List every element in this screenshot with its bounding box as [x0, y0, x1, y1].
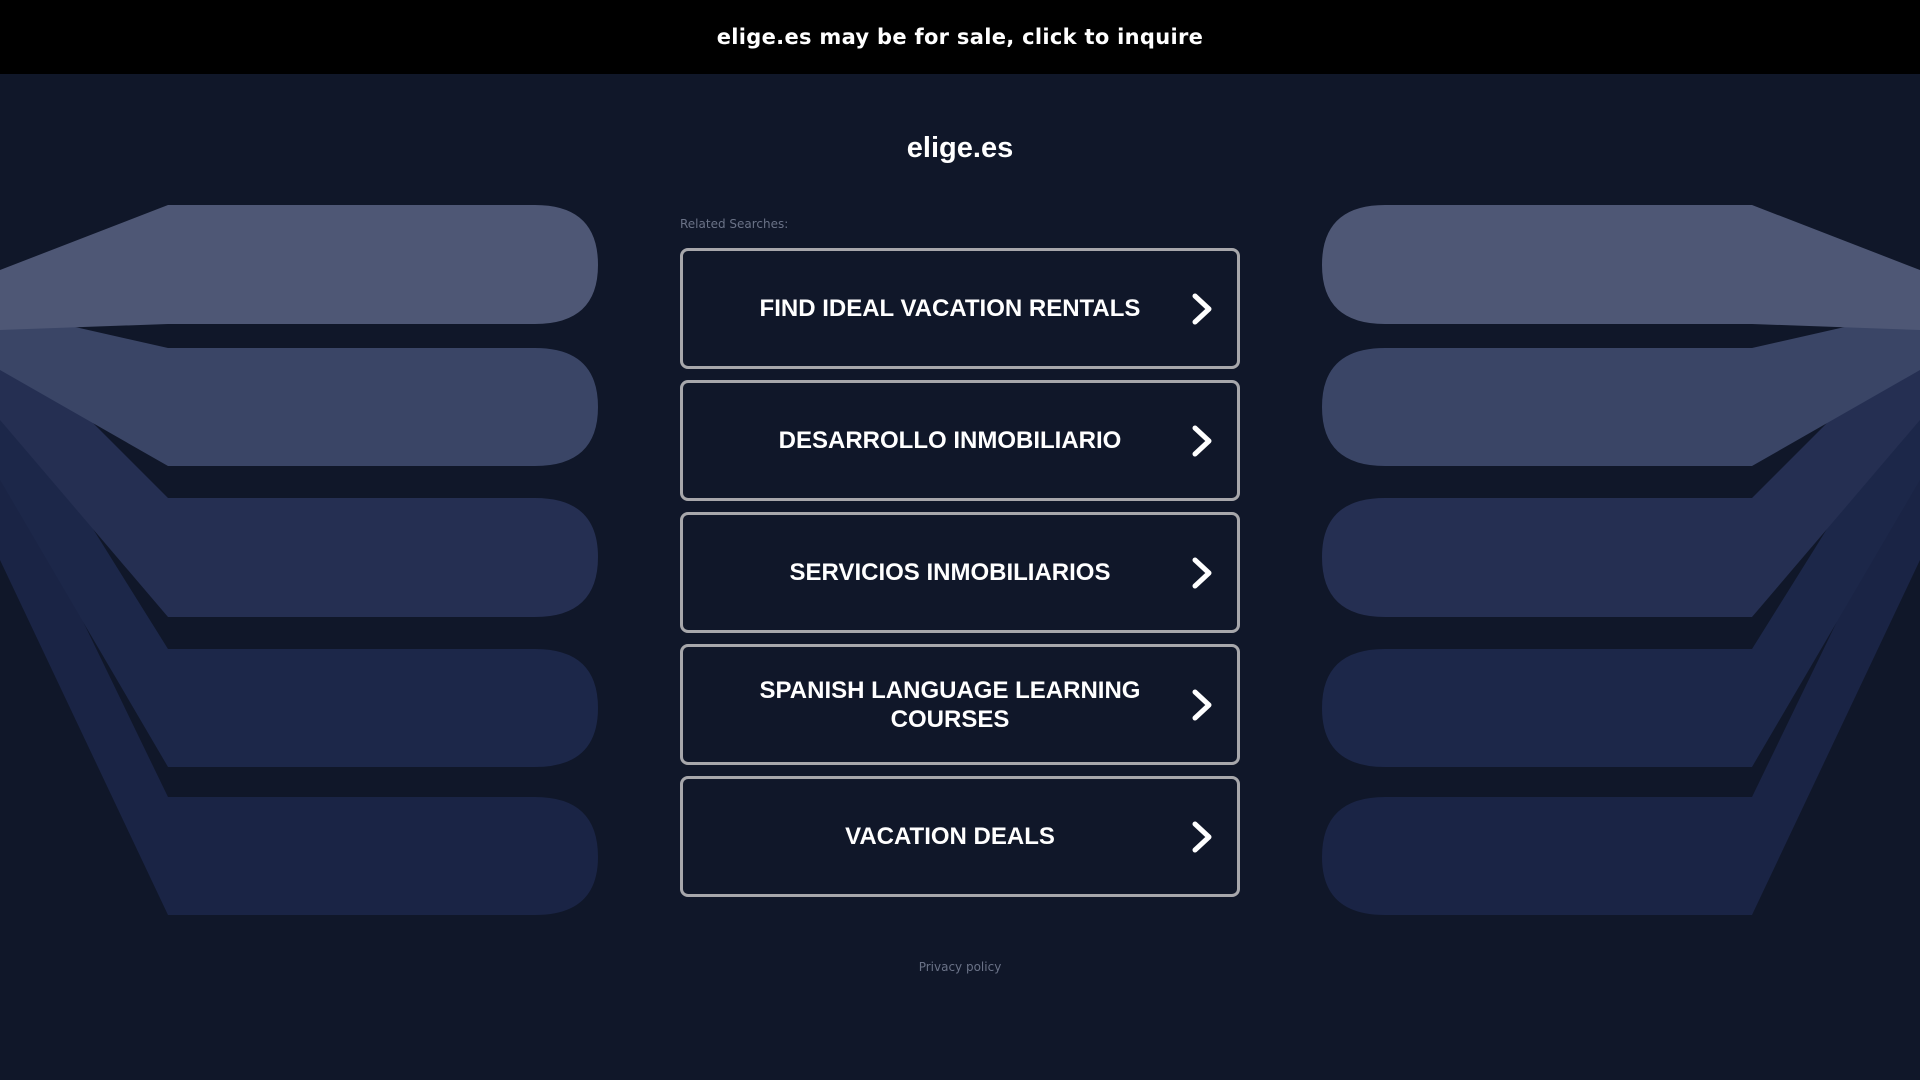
related-search-label: SERVICIOS INMOBILIARIOS — [789, 559, 1111, 586]
chevron-right-icon — [1192, 689, 1212, 720]
related-searches-list: FIND IDEAL VACATION RENTALS DESARROLLO I… — [680, 248, 1240, 908]
privacy-policy-link[interactable]: Privacy policy — [0, 960, 1920, 974]
related-search-label: SPANISH LANGUAGE LEARNING COURSES — [759, 676, 1141, 733]
related-search-label: VACATION DEALS — [845, 823, 1055, 850]
related-search-button[interactable]: SERVICIOS INMOBILIARIOS — [680, 512, 1240, 633]
related-search-button[interactable]: SPANISH LANGUAGE LEARNING COURSES — [680, 644, 1240, 765]
related-search-button[interactable]: VACATION DEALS — [680, 776, 1240, 897]
for-sale-banner-text: elige.es may be for sale, click to inqui… — [716, 25, 1204, 49]
for-sale-banner[interactable]: elige.es may be for sale, click to inqui… — [0, 0, 1920, 74]
related-search-label: FIND IDEAL VACATION RENTALS — [759, 295, 1141, 322]
chevron-right-icon — [1192, 557, 1212, 588]
right-decor-bands — [1322, 205, 1920, 915]
chevron-right-icon — [1192, 425, 1212, 456]
chevron-right-icon — [1192, 821, 1212, 852]
chevron-right-icon — [1192, 293, 1212, 324]
related-search-label: DESARROLLO INMOBILIARIO — [778, 427, 1122, 454]
related-search-button[interactable]: FIND IDEAL VACATION RENTALS — [680, 248, 1240, 369]
related-search-button[interactable]: DESARROLLO INMOBILIARIO — [680, 380, 1240, 501]
left-decor-bands — [0, 205, 598, 915]
domain-title: elige.es — [906, 132, 1014, 164]
related-searches-label: Related Searches: — [680, 217, 789, 231]
